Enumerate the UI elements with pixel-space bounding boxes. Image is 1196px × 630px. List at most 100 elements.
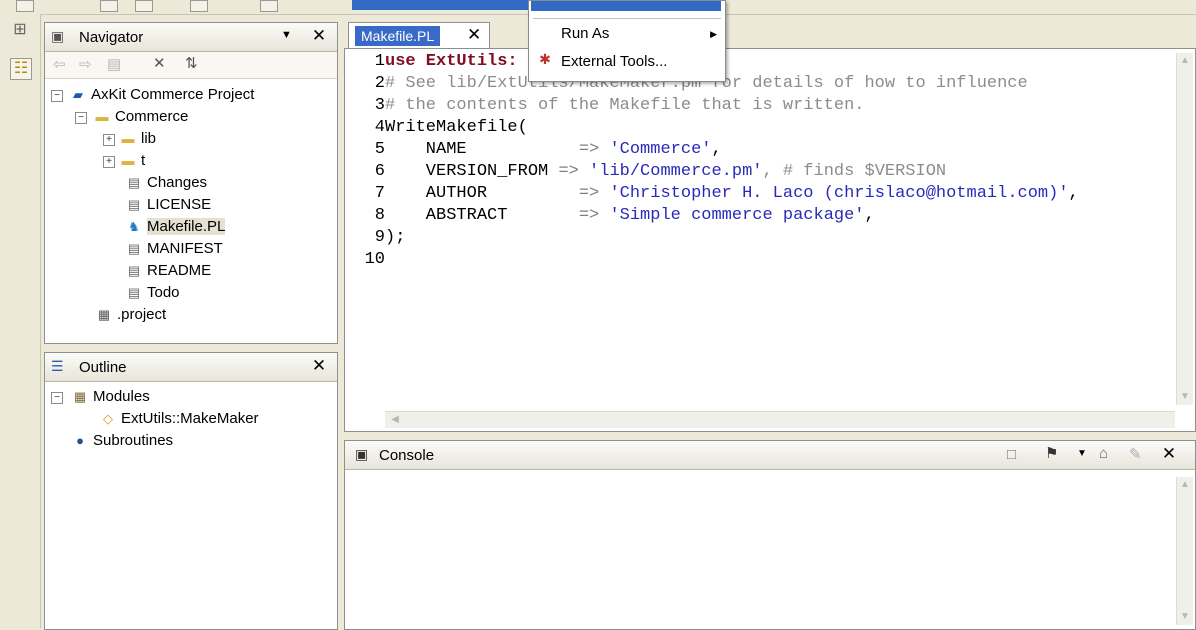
tree-item-project-file[interactable]: ▦ .project	[95, 305, 166, 325]
scroll-down-icon[interactable]: ▼	[1177, 609, 1193, 625]
line-number: 4	[374, 118, 385, 137]
project-label: AxKit Commerce Project	[91, 86, 255, 103]
menu-item-highlighted[interactable]	[531, 1, 721, 11]
perspective-shortcut-bar: ⊞ ☷	[0, 14, 41, 628]
save-icon[interactable]	[100, 0, 118, 12]
tree-item-manifest[interactable]: ▤ MANIFEST	[125, 239, 223, 259]
string-value: 'lib/Commerce.pm'	[589, 162, 763, 181]
code-text: );	[385, 228, 406, 247]
expand-lib-toggle[interactable]: +	[103, 134, 115, 146]
forward-icon[interactable]: ⇨	[79, 55, 92, 73]
tree-project[interactable]: ▰ AxKit Commerce Project	[69, 85, 254, 105]
collapse-modules-toggle[interactable]: −	[51, 392, 63, 404]
collapse-all-icon[interactable]: ✕	[153, 54, 166, 72]
string-value: 'Christopher H. Laco (chrislaco@hotmail.…	[609, 184, 1069, 203]
collapse-project-toggle[interactable]: −	[51, 90, 63, 102]
remove-launch-icon[interactable]: ✎	[1129, 445, 1142, 463]
submenu-arrow-icon: ▶	[710, 29, 717, 39]
menu-item-external-tools[interactable]: External Tools...	[561, 51, 667, 73]
navigator-header: ▣ Navigator ▼ ✕	[45, 23, 337, 52]
tree-item-label: README	[147, 262, 212, 279]
folder-open-icon: ▬	[95, 109, 109, 124]
outline-view: ☰ Outline ✕ − ▦ Modules ◇ ExtUtils::MakeMa…	[44, 352, 338, 630]
tree-item-label: Changes	[147, 174, 208, 191]
subroutines-icon: ●	[76, 433, 84, 448]
line-number: 7	[374, 184, 385, 203]
external-tools-menu-highlight[interactable]	[352, 0, 528, 10]
menu-item-label: Run As	[561, 25, 610, 42]
close-tab-icon[interactable]: ✕	[467, 25, 481, 45]
console-view: ▣ Console □ ⚑ ▼ ⌂ ✎ ✕ ▲ ▼	[344, 440, 1196, 630]
perl-camel-icon: ♞	[128, 219, 140, 234]
close-navigator-icon[interactable]: ✕	[311, 27, 327, 45]
tree-item-readme[interactable]: ▤ README	[125, 261, 211, 281]
collapse-commerce-toggle[interactable]: −	[75, 112, 87, 124]
editor-horizontal-scrollbar[interactable]: ◀	[385, 411, 1175, 428]
close-outline-icon[interactable]: ✕	[311, 357, 327, 375]
clear-console-icon[interactable]: □	[1007, 446, 1016, 463]
fat-arrow: =>	[558, 162, 579, 181]
navigator-icon: ▣	[51, 28, 65, 44]
code-line-10: 10	[345, 249, 385, 271]
editor-vertical-scrollbar[interactable]: ▲ ▼	[1176, 53, 1193, 405]
tree-item-label: Commerce	[115, 108, 189, 125]
tree-item-label: t	[141, 152, 146, 169]
fat-arrow: =>	[578, 184, 600, 203]
open-perspective-icon[interactable]: ⊞	[10, 20, 30, 40]
view-menu-icon[interactable]: ▼	[281, 29, 292, 41]
tree-item-lib[interactable]: ▬ lib	[119, 129, 157, 149]
code-tail: ,	[1068, 184, 1079, 203]
code-editor[interactable]: 1use ExtUtils: 2# See lib/ExtUtils/MakeM…	[344, 48, 1196, 432]
outline-modules[interactable]: ▦ Modules	[71, 387, 150, 407]
print-icon[interactable]	[135, 0, 153, 12]
tree-item-commerce[interactable]: ▬ Commerce	[93, 107, 189, 127]
fat-arrow: =>	[578, 140, 600, 159]
console-title: Console	[379, 447, 435, 464]
tree-item-makefile[interactable]: ♞ Makefile.PL	[125, 217, 226, 237]
module-item-label: ExtUtils::MakeMaker	[121, 410, 259, 427]
search-icon[interactable]	[260, 0, 278, 12]
menu-item-run-as[interactable]: Run As	[561, 23, 609, 45]
code-tail: ,	[864, 206, 875, 225]
tree-item-label: MANIFEST	[147, 240, 223, 257]
console-vertical-scrollbar[interactable]: ▲ ▼	[1176, 477, 1193, 625]
tree-item-license[interactable]: ▤ LICENSE	[125, 195, 211, 215]
line-number: 6	[374, 162, 385, 181]
up-icon[interactable]: ▤	[107, 55, 121, 73]
link-with-editor-icon[interactable]: ⇅	[185, 54, 198, 72]
outline-icon: ☰	[51, 358, 64, 374]
hash-key: AUTHOR	[385, 184, 559, 203]
folder-icon: ▬	[121, 153, 135, 168]
scroll-up-icon[interactable]: ▲	[1177, 53, 1193, 69]
code-line-5: 5 NAME => 'Commerce',	[345, 139, 722, 161]
perl-perspective-icon[interactable]: ☷	[10, 58, 32, 80]
expand-t-toggle[interactable]: +	[103, 156, 115, 168]
tree-item-t[interactable]: ▬ t	[119, 151, 146, 171]
tree-item-todo[interactable]: ▤ Todo	[125, 283, 180, 303]
scroll-up-icon[interactable]: ▲	[1177, 477, 1193, 493]
menu-separator	[533, 18, 721, 19]
scroll-down-icon[interactable]: ▼	[1177, 389, 1193, 405]
code-line-9: 9);	[345, 227, 406, 249]
tab-makefile[interactable]: Makefile.PL ✕	[348, 22, 490, 49]
tab-makefile-label: Makefile.PL	[355, 26, 441, 46]
console-dropdown-icon[interactable]: ▼	[1077, 448, 1087, 459]
back-icon[interactable]: ⇦	[53, 55, 66, 73]
run-external-tool-icon[interactable]	[190, 0, 208, 12]
pin-console-icon[interactable]: ⌂	[1099, 445, 1108, 462]
tree-item-changes[interactable]: ▤ Changes	[125, 173, 207, 193]
close-console-icon[interactable]: ✕	[1161, 445, 1177, 463]
scroll-left-icon[interactable]: ◀	[387, 412, 403, 428]
tree-item-label: LICENSE	[147, 196, 212, 213]
outline-header: ☰ Outline ✕	[45, 353, 337, 382]
outline-subroutines[interactable]: ● Subroutines	[71, 431, 173, 451]
display-selected-console-icon[interactable]: ⚑	[1045, 444, 1058, 462]
new-icon[interactable]	[16, 0, 34, 12]
string-value: 'Simple commerce package'	[609, 206, 865, 225]
outline-module-item[interactable]: ◇ ExtUtils::MakeMaker	[99, 409, 259, 429]
hash-key: VERSION_FROM	[385, 162, 559, 181]
console-header: ▣ Console □ ⚑ ▼ ⌂ ✎ ✕	[345, 441, 1195, 470]
tree-item-label: .project	[117, 306, 167, 323]
code-comment: # the contents of the Makefile that is w…	[385, 96, 865, 115]
code-line-7: 7 AUTHOR => 'Christopher H. Laco (chrisl…	[345, 183, 1079, 205]
